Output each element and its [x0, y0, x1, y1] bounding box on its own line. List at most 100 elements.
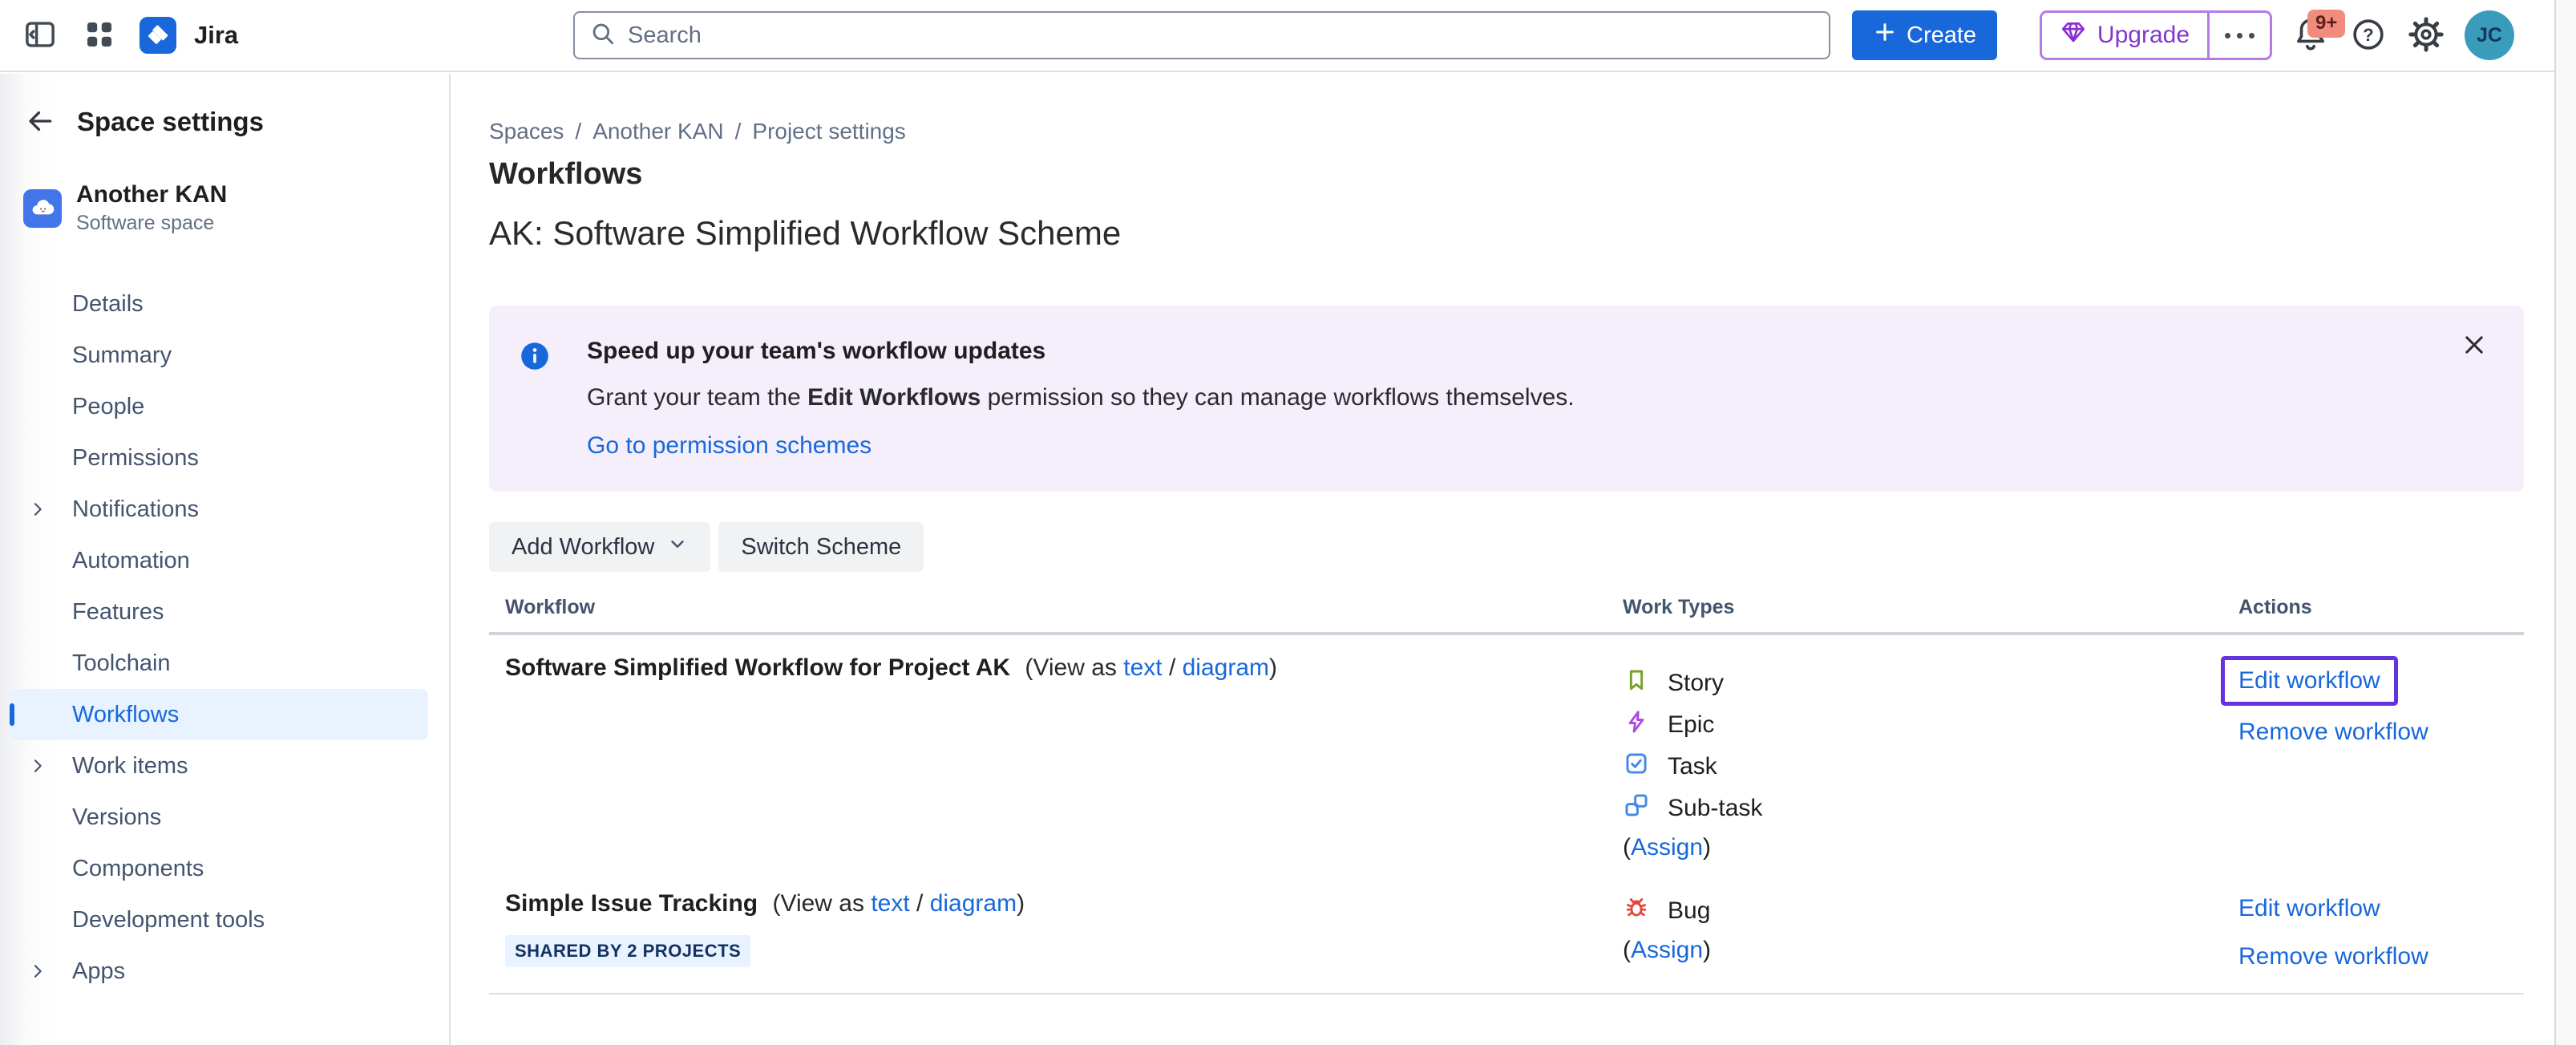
sidebar-item-label: People [72, 394, 144, 420]
space-settings-sidebar: Space settings Another KAN Software spac… [0, 74, 451, 1045]
sidebar-item-versions[interactable]: Versions [10, 792, 428, 843]
banner-body: Grant your team the Edit Workflows permi… [587, 384, 1575, 411]
work-type-story: Story [1623, 662, 2222, 704]
space-type: Software space [76, 212, 227, 235]
collapse-sidebar-button[interactable] [21, 16, 59, 55]
switch-scheme-button[interactable]: Switch Scheme [718, 522, 924, 572]
workflow-name: Simple Issue Tracking [505, 890, 758, 917]
workflow-cell: Simple Issue Tracking (View as text / di… [489, 890, 1607, 970]
space-name: Another KAN [76, 181, 227, 209]
work-type-epic: Epic [1623, 704, 2222, 746]
ellipsis-icon [2225, 33, 2230, 38]
close-icon [2461, 331, 2488, 361]
more-options-button[interactable] [2207, 13, 2270, 58]
assign-link[interactable]: Assign [1631, 937, 1703, 964]
breadcrumb-project-settings[interactable]: Project settings [752, 119, 905, 144]
upgrade-button[interactable]: Upgrade [2042, 13, 2207, 58]
sidebar-item-summary[interactable]: Summary [10, 330, 428, 381]
add-workflow-button[interactable]: Add Workflow [489, 522, 710, 572]
back-arrow-icon [25, 106, 55, 139]
breadcrumb-space[interactable]: Another KAN [592, 119, 723, 144]
view-as-text-link[interactable]: text [871, 890, 909, 917]
view-as: (View as text / diagram) [772, 890, 1025, 917]
chevron-right-icon [27, 755, 48, 776]
assign-link[interactable]: Assign [1631, 834, 1703, 861]
sidebar-item-work-items[interactable]: Work items [10, 740, 428, 792]
view-as-diagram-link[interactable]: diagram [930, 890, 1017, 917]
info-icon [518, 339, 552, 460]
story-icon [1623, 666, 1650, 700]
sidebar-item-label: Details [72, 291, 144, 318]
banner-close-button[interactable] [2455, 326, 2493, 365]
sidebar-item-label: Workflows [72, 702, 179, 728]
sidebar-item-label: Automation [72, 548, 190, 574]
settings-button[interactable] [2407, 16, 2445, 55]
sidebar-item-label: Permissions [72, 445, 199, 472]
sidebar-item-label: Components [72, 856, 204, 882]
sidebar-nav: Details Summary People Permissions Notif… [0, 278, 449, 997]
selected-indicator [10, 703, 14, 726]
shared-projects-badge: SHARED BY 2 PROJECTS [505, 935, 750, 967]
sidebar-item-label: Toolchain [72, 650, 171, 677]
view-as-text-link[interactable]: text [1123, 654, 1162, 681]
sidebar-item-label: Development tools [72, 907, 265, 934]
sidebar-item-notifications[interactable]: Notifications [10, 484, 428, 535]
sidebar-item-workflows[interactable]: Workflows [10, 689, 428, 740]
table-row: Software Simplified Workflow for Project… [489, 635, 2524, 866]
table-header-row: Workflow Work Types Actions [489, 596, 2524, 635]
sidebar-item-label: Work items [72, 753, 188, 780]
sidebar-item-apps[interactable]: Apps [10, 946, 428, 997]
main-content: Spaces / Another KAN / Project settings … [452, 74, 2554, 1045]
sidebar-item-label: Versions [72, 804, 161, 831]
notifications-button[interactable]: 9+ [2291, 16, 2330, 55]
search-icon [589, 20, 617, 51]
chevron-right-icon [27, 499, 48, 520]
breadcrumb-spaces[interactable]: Spaces [489, 119, 564, 144]
create-button[interactable]: Create [1852, 10, 1997, 60]
sidebar-header: Space settings [22, 104, 449, 140]
column-header-work-types: Work Types [1607, 596, 2222, 619]
sidebar-item-automation[interactable]: Automation [10, 535, 428, 586]
subtask-icon [1623, 792, 1650, 825]
info-banner: Speed up your team's workflow updates Gr… [489, 306, 2524, 492]
app-grid-icon [83, 18, 116, 54]
banner-title: Speed up your team's workflow updates [587, 338, 1575, 365]
assign-line: (Assign) [1623, 829, 2222, 866]
jira-logo[interactable] [140, 17, 176, 54]
sidebar-item-features[interactable]: Features [10, 586, 428, 638]
work-type-subtask: Sub-task [1623, 788, 2222, 829]
app-name: Jira [194, 21, 238, 50]
sidebar-title: Space settings [77, 107, 264, 137]
view-as: (View as text / diagram) [1025, 654, 1277, 681]
sidebar-item-details[interactable]: Details [10, 278, 428, 330]
app-switcher-button[interactable] [80, 16, 119, 55]
remove-workflow-link[interactable]: Remove workflow [2238, 719, 2524, 746]
search-input[interactable] [628, 22, 1814, 49]
workflow-name: Software Simplified Workflow for Project… [505, 654, 1010, 681]
sidebar-item-permissions[interactable]: Permissions [10, 432, 428, 484]
edit-workflow-link[interactable]: Edit workflow [2238, 667, 2380, 695]
actions-cell: Edit workflow Remove workflow [2222, 890, 2524, 970]
scheme-title: AK: Software Simplified Workflow Scheme [489, 214, 2524, 253]
sidebar-item-development-tools[interactable]: Development tools [10, 894, 428, 946]
back-button[interactable] [22, 104, 58, 140]
space-summary: Another KAN Software space [23, 181, 449, 235]
sidebar-item-label: Summary [72, 342, 172, 369]
global-search[interactable] [573, 11, 1830, 59]
edit-workflow-link[interactable]: Edit workflow [2238, 895, 2524, 922]
table-row: Simple Issue Tracking (View as text / di… [489, 866, 2524, 994]
view-as-diagram-link[interactable]: diagram [1183, 654, 1269, 681]
scrollbar-track[interactable] [2554, 0, 2576, 1045]
help-button[interactable]: ? [2349, 16, 2388, 55]
sidebar-item-label: Notifications [72, 496, 199, 523]
sidebar-item-components[interactable]: Components [10, 843, 428, 894]
sidebar-item-people[interactable]: People [10, 381, 428, 432]
remove-workflow-link[interactable]: Remove workflow [2238, 943, 2524, 970]
user-avatar[interactable]: JC [2465, 10, 2514, 60]
bug-icon [1623, 894, 1650, 928]
sidebar-item-toolchain[interactable]: Toolchain [10, 638, 428, 689]
space-avatar-cloud-icon [23, 189, 62, 228]
assign-line: (Assign) [1623, 932, 2222, 969]
task-icon [1623, 750, 1650, 784]
permission-schemes-link[interactable]: Go to permission schemes [587, 432, 871, 460]
